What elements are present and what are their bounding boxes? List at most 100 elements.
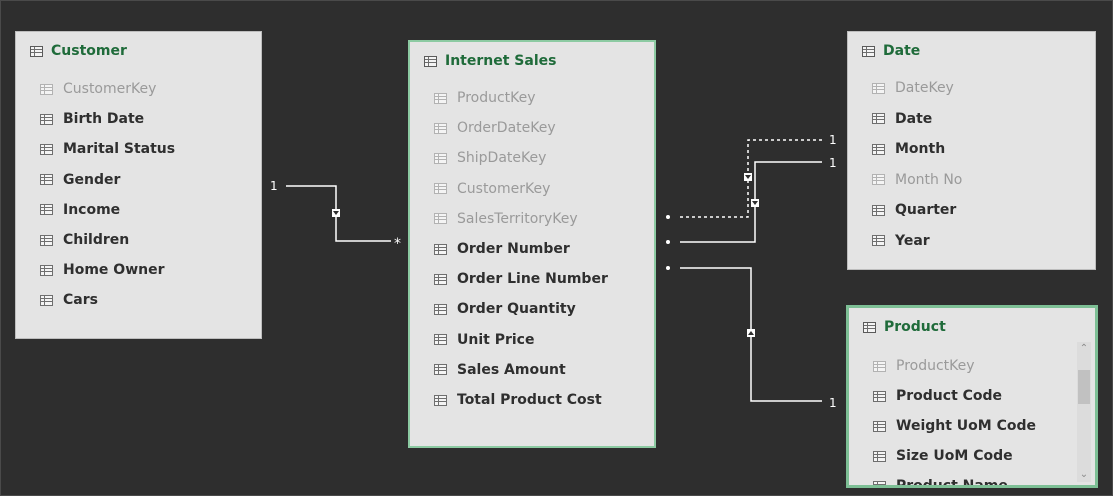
field-item[interactable]: Unit Price	[434, 330, 534, 350]
field-item[interactable]: Order Line Number	[434, 269, 608, 289]
table-title-label: Product	[884, 319, 946, 335]
column-icon	[873, 390, 886, 402]
table-customer[interactable]: Customer CustomerKey Birth Date Marital St…	[15, 31, 262, 339]
field-label: CustomerKey	[457, 180, 551, 197]
field-item[interactable]: CustomerKey	[40, 79, 156, 99]
column-icon	[40, 204, 53, 216]
field-item[interactable]: Total Product Cost	[434, 390, 602, 410]
column-icon	[873, 360, 886, 372]
scroll-thumb[interactable]	[1078, 370, 1090, 404]
field-item[interactable]: ProductKey	[873, 356, 975, 376]
field-label: Quarter	[895, 202, 957, 218]
field-label: OrderDateKey	[457, 120, 556, 137]
field-item[interactable]: Year	[872, 231, 930, 251]
column-icon	[434, 92, 447, 104]
column-icon	[40, 83, 53, 95]
column-icon	[434, 273, 447, 285]
column-icon	[434, 183, 447, 195]
field-item[interactable]: Home Owner	[40, 260, 165, 280]
field-label: Cars	[63, 292, 98, 309]
column-icon	[872, 174, 885, 185]
field-label: Home Owner	[63, 262, 165, 279]
column-icon	[434, 303, 447, 315]
column-icon	[434, 213, 447, 225]
column-icon	[40, 143, 53, 155]
column-icon	[873, 480, 886, 485]
field-label: ProductKey	[457, 90, 536, 106]
field-label: ProductKey	[896, 358, 975, 374]
field-item[interactable]: Order Number	[434, 239, 570, 259]
field-label: ShipDateKey	[457, 150, 547, 167]
field-label: Year	[895, 232, 930, 249]
field-item[interactable]: CustomerKey	[434, 179, 550, 199]
field-label: Income	[63, 201, 121, 218]
column-icon	[872, 204, 885, 216]
field-item[interactable]: ShipDateKey	[434, 148, 546, 168]
field-label: Product Name	[896, 478, 1008, 485]
field-item[interactable]: Marital Status	[40, 139, 175, 159]
table-title[interactable]: Customer	[30, 43, 127, 59]
table-icon	[30, 45, 43, 57]
field-item[interactable]: Gender	[40, 170, 120, 190]
table-title-label: Internet Sales	[445, 53, 557, 69]
column-icon	[872, 235, 885, 246]
field-item[interactable]: Cars	[40, 290, 98, 310]
column-icon	[40, 113, 53, 125]
field-label: Sales Amount	[457, 361, 566, 378]
column-icon	[873, 420, 886, 432]
scrollbar[interactable]: ⌃ ⌄	[1077, 342, 1091, 482]
table-icon	[424, 55, 437, 67]
field-item[interactable]: Product Name	[873, 476, 1008, 485]
cardinality-one-label: 1	[829, 156, 837, 170]
field-item[interactable]: ProductKey	[434, 88, 536, 108]
column-icon	[434, 152, 447, 164]
column-icon	[40, 234, 53, 246]
field-item[interactable]: Size UoM Code	[873, 446, 1013, 466]
field-item[interactable]: Sales Amount	[434, 360, 566, 380]
table-internet-sales[interactable]: Internet Sales ProductKey OrderDateKey Shi…	[408, 40, 656, 448]
scroll-down-icon[interactable]: ⌄	[1077, 468, 1091, 482]
cardinality-many-label: *	[394, 236, 401, 252]
field-item[interactable]: Date	[872, 109, 932, 129]
cardinality-one-label: 1	[270, 179, 278, 193]
diagram-canvas[interactable]: 1 * 1 1 1 Customer CustomerKey Birth Date…	[0, 0, 1113, 496]
table-title[interactable]: Internet Sales	[424, 53, 556, 69]
field-item[interactable]: Order Quantity	[434, 299, 576, 319]
field-label: SalesTerritoryKey	[457, 210, 578, 227]
field-item[interactable]: Month	[872, 139, 945, 159]
field-label: Month No	[895, 171, 963, 188]
column-icon	[40, 174, 53, 186]
column-icon	[434, 122, 447, 134]
column-icon	[40, 264, 53, 276]
field-label: Size UoM Code	[896, 448, 1013, 464]
table-icon	[862, 45, 875, 57]
field-item[interactable]: SalesTerritoryKey	[434, 209, 578, 229]
table-title[interactable]: Date	[862, 43, 920, 59]
field-item[interactable]: Birth Date	[40, 109, 144, 129]
field-item[interactable]: Weight UoM Code	[873, 416, 1036, 436]
column-icon	[434, 394, 447, 406]
scroll-up-icon[interactable]: ⌃	[1077, 342, 1091, 356]
table-icon	[863, 321, 876, 333]
field-item[interactable]: Quarter	[872, 200, 956, 220]
table-product[interactable]: Product ProductKey Product Code Weight UoM…	[846, 305, 1098, 488]
cardinality-one-label: 1	[829, 396, 837, 410]
table-title-label: Customer	[51, 43, 127, 59]
field-label: Total Product Cost	[457, 392, 602, 408]
field-item[interactable]: Product Code	[873, 386, 1002, 406]
field-label: Unit Price	[457, 331, 535, 348]
table-date[interactable]: Date DateKey Date Month Month No Quarter Year	[847, 31, 1096, 270]
field-item[interactable]: OrderDateKey	[434, 118, 556, 138]
field-item[interactable]: Income	[40, 200, 120, 220]
field-item[interactable]: Children	[40, 230, 129, 250]
cardinality-one-label: 1	[829, 133, 837, 147]
field-label: Date	[895, 110, 933, 127]
column-icon	[40, 294, 53, 306]
field-label: Gender	[63, 171, 121, 188]
field-item[interactable]: Month No	[872, 170, 962, 190]
field-label: Birth Date	[63, 111, 145, 128]
field-label: Children	[63, 232, 130, 248]
field-item[interactable]: DateKey	[872, 78, 954, 98]
table-title[interactable]: Product	[863, 319, 946, 335]
field-label: Order Number	[457, 241, 570, 257]
